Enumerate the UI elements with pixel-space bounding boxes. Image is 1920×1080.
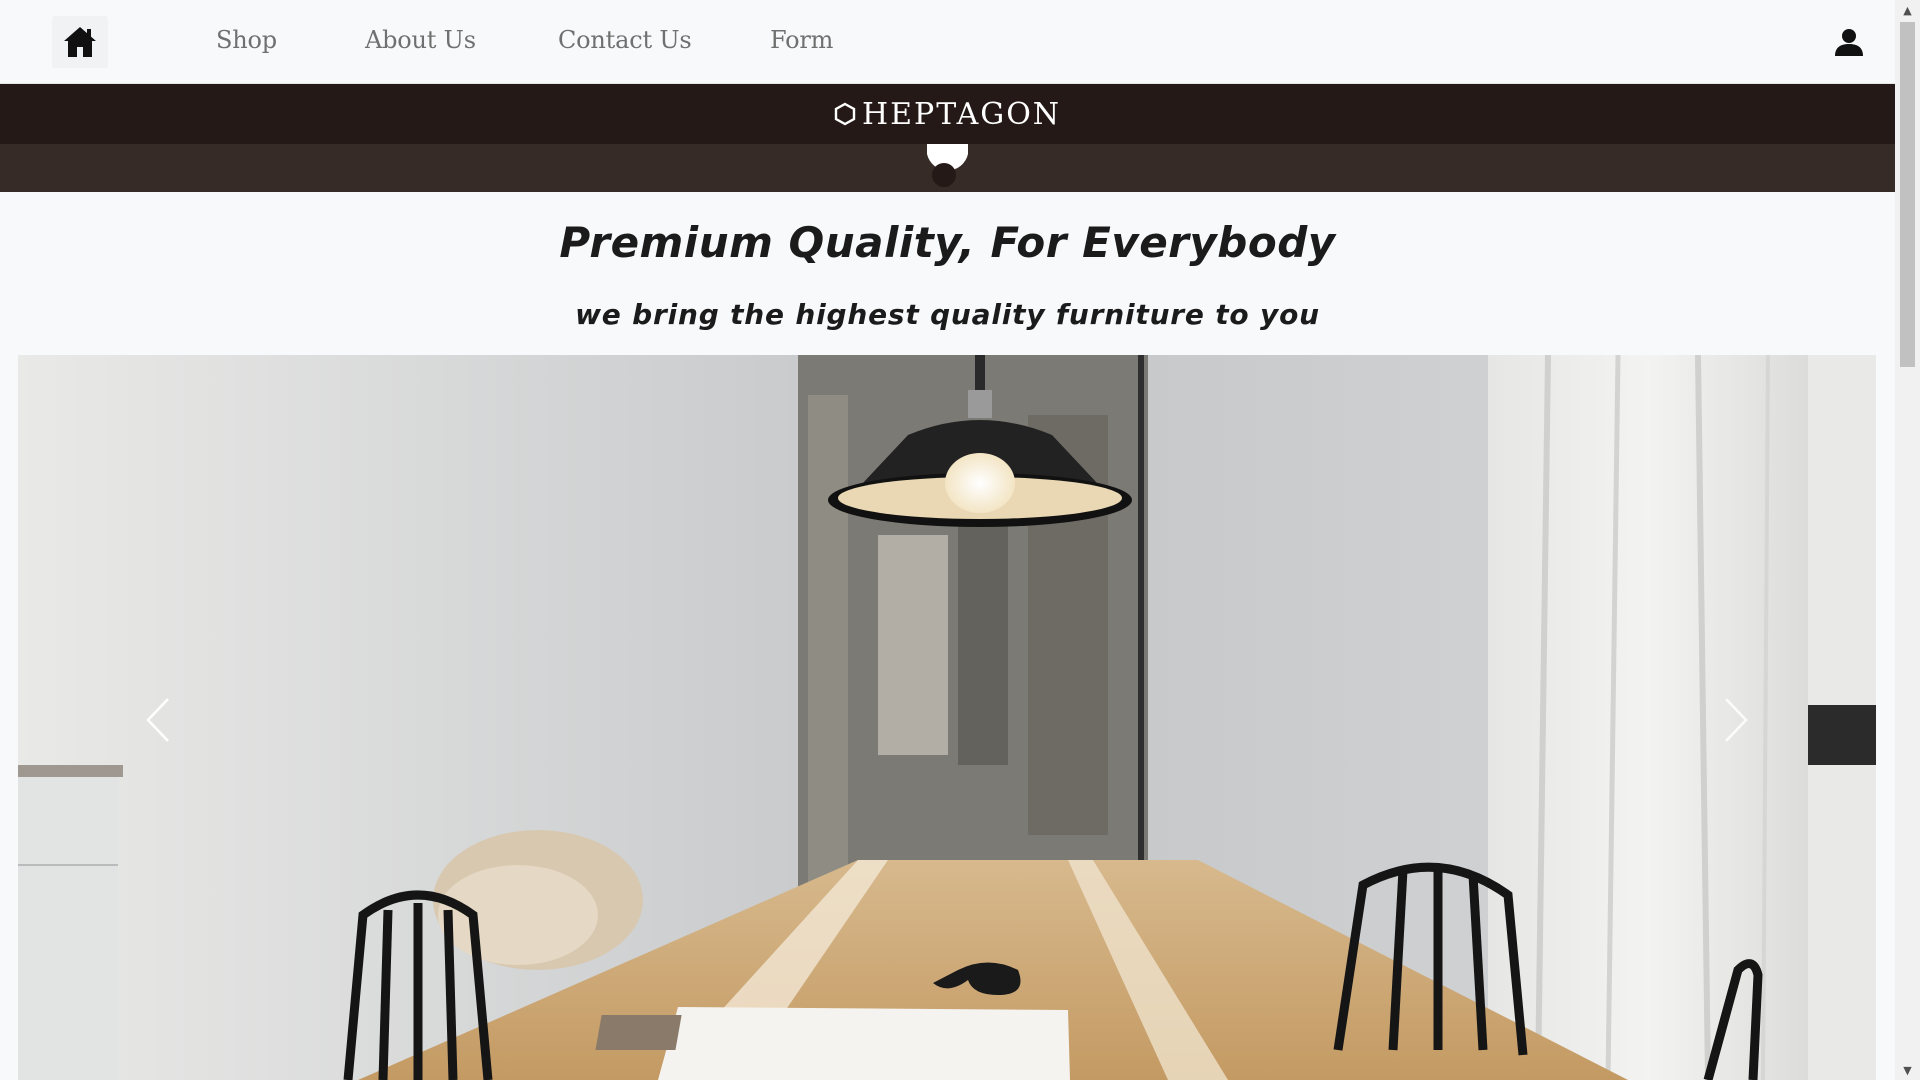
chevron-left-icon <box>146 698 169 742</box>
user-account-button[interactable] <box>1831 24 1867 60</box>
hero-carousel <box>18 355 1876 1080</box>
scrollbar-thumb[interactable] <box>1900 22 1915 367</box>
carousel-next-button[interactable] <box>1696 655 1776 785</box>
page: Shop About Us Contact Us Form HEPTAGON P… <box>0 0 1920 1080</box>
brand-name: HEPTAGON <box>861 96 1062 132</box>
theme-toggle[interactable] <box>925 144 970 189</box>
home-button[interactable] <box>52 16 108 68</box>
nav-link-contact-us[interactable]: Contact Us <box>558 26 692 54</box>
user-icon <box>1835 29 1863 56</box>
scroll-up-arrow[interactable]: ▲ <box>1895 0 1920 20</box>
brand-link[interactable]: HEPTAGON <box>834 97 1061 132</box>
nav-link-form[interactable]: Form <box>770 26 833 54</box>
hexagon-icon <box>834 102 856 126</box>
chevron-right-icon <box>1725 698 1748 742</box>
nav-link-shop[interactable]: Shop <box>216 26 277 54</box>
scroll-down-arrow[interactable]: ▼ <box>1895 1060 1920 1080</box>
home-icon <box>64 27 96 57</box>
hero-subtitle: we bring the highest quality furniture t… <box>575 298 1320 331</box>
top-navbar: Shop About Us Contact Us Form <box>0 0 1895 84</box>
theme-toggle-band <box>0 144 1895 192</box>
page-scrollbar[interactable]: ▲ ▼ <box>1895 0 1920 1080</box>
carousel-prev-button[interactable] <box>118 655 198 785</box>
nav-link-about-us[interactable]: About Us <box>365 26 476 54</box>
brand-band: HEPTAGON <box>0 84 1895 144</box>
hero-title: Premium Quality, For Everybody <box>559 218 1336 267</box>
carousel-slide-image <box>18 355 1876 1080</box>
